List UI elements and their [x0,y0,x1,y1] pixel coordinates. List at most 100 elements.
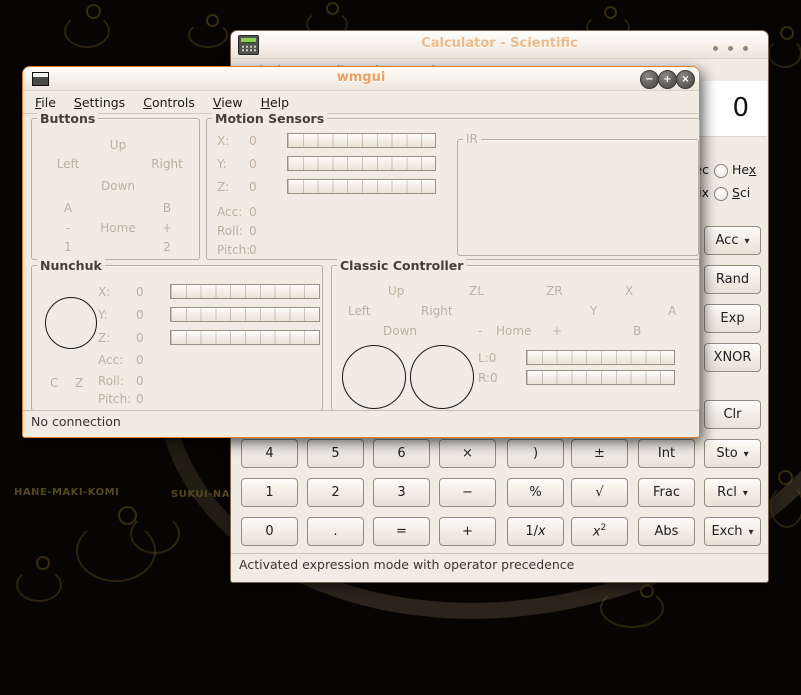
motion-pitch-label: Pitch: [217,243,251,257]
key-frac[interactable]: Frac [638,478,695,507]
wiimote-1-label: 1 [64,240,72,254]
wiimote-a-label: A [63,201,73,215]
wallpaper-figure [770,484,801,528]
wallpaper-figure [16,568,62,602]
key-multiply[interactable]: × [439,439,496,468]
wmgui-menubar: File Settings Controls View Help [23,91,699,114]
nunchuk-y-label: Y: [98,308,108,322]
key-2[interactable]: 2 [307,478,364,507]
nunchuk-pitch-value: 0 [136,392,144,406]
classic-right-label: Right [421,304,453,318]
key-square[interactable]: x2 [571,517,628,546]
motion-z-bar [287,179,436,194]
key-sqrt[interactable]: √ [571,478,628,507]
nunchuk-y-bar [170,307,320,322]
wiimote-up-label: Up [109,138,127,152]
wiimote-b-label: B [162,201,172,215]
wmgui-titlebar[interactable]: wmgui − + × [23,67,699,91]
motion-x-value: 0 [249,134,257,148]
wiimote-home-label: Home [100,221,136,235]
nunchuk-z-label: Z: [98,331,111,345]
dropdown-arrow-icon: ▼ [743,449,749,458]
nunchuk-acc-value: 0 [136,353,144,367]
classic-controller-group: Classic Controller Up ZL ZR X Left Right… [331,258,700,411]
nunchuk-roll-label: Roll: [98,374,124,388]
wallpaper-figure [768,38,801,68]
wiimote-2-label: 2 [163,240,171,254]
wallpaper-label: HANE-MAKI-KOMI [14,487,120,498]
motion-pitch-value: 0 [249,243,257,257]
classic-home-label: Home [496,324,532,338]
key-subtract[interactable]: − [439,478,496,507]
key-percent[interactable]: % [507,478,564,507]
motion-x-label: X: [217,134,230,148]
classic-zr-label: ZR [546,284,563,298]
motion-sensors-group-title: Motion Sensors [212,111,328,126]
nunchuk-roll-value: 0 [136,374,144,388]
dropdown-arrow-icon: ▼ [742,488,748,497]
motion-x-bar [287,133,436,148]
key-4[interactable]: 4 [241,439,298,468]
wiimote-minus-label: - [65,221,71,235]
minimize-button[interactable]: − [640,70,659,89]
menu-item-view[interactable]: View [204,95,252,110]
motion-z-value: 0 [249,180,257,194]
key-3[interactable]: 3 [373,478,430,507]
classic-up-label: Up [388,284,405,298]
menu-item-settings[interactable]: Settings [65,95,134,110]
key-add[interactable]: + [439,517,496,546]
wmgui-statusbar: No connection [23,410,699,429]
wiimote-right-label: Right [151,157,183,171]
nunchuk-y-value: 0 [136,308,144,322]
maximize-button[interactable]: + [658,70,677,89]
nunchuk-z-bar [170,330,320,345]
key-1[interactable]: 1 [241,478,298,507]
wallpaper-figure [188,22,228,48]
key-reciprocal[interactable]: 1/x [507,517,564,546]
classic-minus-label: - [478,324,483,338]
key-sto[interactable]: Sto ▼ [704,439,761,468]
nunchuk-c-label: C [50,376,59,390]
classic-zl-label: ZL [469,284,484,298]
wallpaper-figure [64,14,110,48]
key-6[interactable]: 6 [373,439,430,468]
classic-x-label: X [625,284,634,298]
motion-y-label: Y: [217,157,227,171]
ir-group-title: IR [463,132,481,146]
menu-item-file[interactable]: File [26,95,65,110]
key-equals[interactable]: = [373,517,430,546]
nunchuk-x-label: X: [98,285,111,299]
wiimote-down-label: Down [100,179,135,193]
nunchuk-x-value: 0 [136,285,144,299]
nunchuk-group: Nunchuk X: 0 Y: 0 Z: 0 Acc: 0 Roll: 0 Pi… [31,258,323,411]
key-5[interactable]: 5 [307,439,364,468]
menu-item-controls[interactable]: Controls [134,95,204,110]
wmgui-window: wmgui − + × File Settings Controls View … [22,66,700,438]
motion-acc-value: 0 [249,205,257,219]
key-int[interactable]: Int [638,439,695,468]
menu-item-help[interactable]: Help [252,95,299,110]
classic-left-stick-indicator [342,345,406,409]
wallpaper-figure [778,470,793,485]
wallpaper-figure [130,514,180,554]
wiimote-left-label: Left [56,157,80,171]
key-decimal[interactable]: . [307,517,364,546]
wmgui-status-text: No connection [31,414,121,429]
buttons-group: Buttons Up Left Right Down A B - Home + … [31,111,200,260]
wmgui-window-title: wmgui [336,70,386,85]
key-abs[interactable]: Abs [638,517,695,546]
nunchuk-pitch-label: Pitch: [98,392,132,406]
close-button[interactable]: × [676,70,695,89]
key-rcl[interactable]: Rcl ▼ [704,478,761,507]
key-0[interactable]: 0 [241,517,298,546]
key-exch[interactable]: Exch ▼ [704,517,761,546]
nunchuk-x-bar [170,284,320,299]
motion-y-bar [287,156,436,171]
buttons-group-title: Buttons [37,111,99,126]
classic-plus-label: + [552,324,563,338]
key-close-paren[interactable]: ) [507,439,564,468]
motion-y-value: 0 [249,157,257,171]
motion-roll-label: Roll: [217,224,243,238]
motion-sensors-group: Motion Sensors X: 0 Y: 0 Z: 0 Acc: 0 Rol… [206,111,700,260]
key-plus-minus[interactable]: ± [571,439,628,468]
